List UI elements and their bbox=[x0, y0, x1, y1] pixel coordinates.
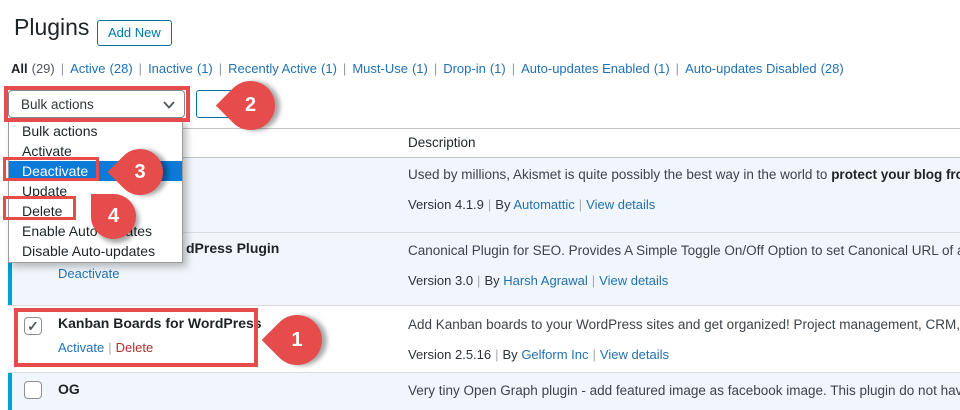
bulk-actions-dropdown-list: Bulk actions Activate Deactivate Update … bbox=[8, 119, 183, 263]
row-checkbox-unchecked[interactable] bbox=[24, 381, 42, 399]
version-label: Version 3.0 bbox=[408, 273, 473, 288]
separator: | bbox=[219, 61, 222, 76]
dropdown-option-delete[interactable]: Delete bbox=[9, 201, 182, 221]
plugin-name-partial: dPress Plugin bbox=[186, 240, 279, 256]
plugin-row-actions: Deactivate bbox=[58, 266, 119, 281]
separator: | bbox=[139, 61, 142, 76]
plugin-meta: Version 2.5.16|By Gelform Inc|View detai… bbox=[408, 347, 669, 362]
dropdown-option-bulk-actions[interactable]: Bulk actions bbox=[9, 121, 182, 141]
separator: | bbox=[512, 61, 515, 76]
filter-drop-in[interactable]: Drop-in(1) bbox=[443, 61, 506, 76]
row-checkbox-checked[interactable]: ✓ bbox=[24, 317, 42, 335]
plugin-description: Add Kanban boards to your WordPress site… bbox=[408, 317, 960, 332]
plugin-name: OG bbox=[58, 381, 80, 397]
separator: | bbox=[434, 61, 437, 76]
plugin-meta: Version 4.1.9|By Automattic|View details bbox=[408, 197, 655, 212]
view-details-link[interactable]: View details bbox=[599, 273, 668, 288]
table-row-kanban: ✓ Kanban Boards for WordPress Activate|D… bbox=[8, 305, 960, 372]
bulk-actions-select[interactable]: Bulk actions bbox=[8, 90, 185, 118]
dropdown-option-deactivate[interactable]: Deactivate bbox=[9, 161, 182, 181]
author-link[interactable]: Gelform Inc bbox=[521, 347, 588, 362]
filter-inactive[interactable]: Inactive(1) bbox=[148, 61, 213, 76]
plugin-status-filters: All(29) | Active(28) | Inactive(1) | Rec… bbox=[11, 61, 844, 76]
view-details-link[interactable]: View details bbox=[600, 347, 669, 362]
bulk-actions-selected-value: Bulk actions bbox=[21, 97, 94, 112]
plugin-description: Very tiny Open Graph plugin - add featur… bbox=[408, 383, 960, 398]
page-title: Plugins bbox=[14, 14, 89, 41]
dropdown-option-disable-auto-updates[interactable]: Disable Auto-updates bbox=[9, 241, 182, 261]
active-plugin-accent bbox=[8, 373, 12, 410]
plugin-description: Canonical Plugin for SEO. Provides A Sim… bbox=[408, 243, 960, 258]
view-details-link[interactable]: View details bbox=[586, 197, 655, 212]
filter-active[interactable]: Active(28) bbox=[70, 61, 133, 76]
plugin-name: Kanban Boards for WordPress bbox=[58, 315, 262, 331]
separator: | bbox=[61, 61, 64, 76]
author-link[interactable]: Harsh Agrawal bbox=[503, 273, 588, 288]
activate-link[interactable]: Activate bbox=[58, 340, 104, 355]
filter-must-use[interactable]: Must-Use(1) bbox=[352, 61, 428, 76]
check-icon: ✓ bbox=[27, 318, 39, 335]
plugin-description: Used by millions, Akismet is quite possi… bbox=[408, 167, 960, 182]
separator: | bbox=[343, 61, 346, 76]
plugin-meta: Version 3.0|By Harsh Agrawal|View detail… bbox=[408, 273, 668, 288]
plugins-page: Plugins Add New All(29) | Active(28) | I… bbox=[0, 0, 960, 410]
deactivate-link[interactable]: Deactivate bbox=[58, 266, 119, 281]
plugin-row-actions: Activate|Delete bbox=[58, 340, 153, 355]
separator: | bbox=[676, 61, 679, 76]
version-label: Version 2.5.16 bbox=[408, 347, 491, 362]
delete-link[interactable]: Delete bbox=[116, 340, 154, 355]
chevron-down-icon bbox=[163, 101, 175, 109]
author-link[interactable]: Automattic bbox=[513, 197, 574, 212]
dropdown-option-activate[interactable]: Activate bbox=[9, 141, 182, 161]
table-row-og: OG Very tiny Open Graph plugin - add fea… bbox=[8, 372, 960, 410]
filter-auto-updates-enabled[interactable]: Auto-updates Enabled(1) bbox=[521, 61, 670, 76]
add-new-button[interactable]: Add New bbox=[97, 20, 172, 46]
apply-button[interactable] bbox=[196, 90, 260, 118]
filter-auto-updates-disabled[interactable]: Auto-updates Disabled(28) bbox=[685, 61, 844, 76]
version-label: Version 4.1.9 bbox=[408, 197, 484, 212]
dropdown-option-update[interactable]: Update bbox=[9, 181, 182, 201]
dropdown-option-enable-auto-updates[interactable]: Enable Auto-updates bbox=[9, 221, 182, 241]
description-column-header: Description bbox=[408, 135, 476, 150]
filter-all[interactable]: All(29) bbox=[11, 61, 55, 76]
filter-recently-active[interactable]: Recently Active(1) bbox=[228, 61, 337, 76]
